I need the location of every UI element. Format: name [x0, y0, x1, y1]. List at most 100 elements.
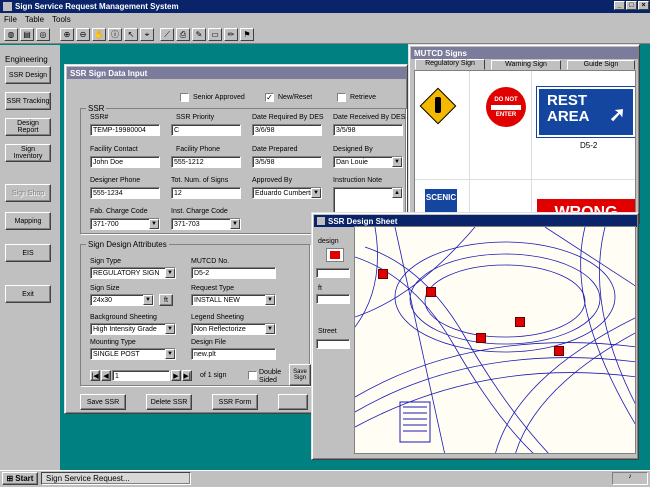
designed-by-select[interactable]: Dan Louie ▼	[333, 156, 403, 168]
identify-icon[interactable]: ⌖	[140, 28, 154, 41]
record-field[interactable]: 1	[112, 370, 170, 381]
sign-marker[interactable]	[515, 317, 525, 327]
dropdown-arrow-icon[interactable]: ▼	[149, 219, 159, 229]
sign-type-select[interactable]: REGULATORY SIGN ▼	[90, 267, 176, 279]
sidebar-item-ssr-design[interactable]: SSR Design	[5, 66, 51, 84]
sidebar-item-sign-inventory[interactable]: Sign Inventory	[5, 144, 51, 162]
double-sided-checkbox[interactable]	[248, 371, 257, 380]
do-not-enter-sign[interactable]: DO NOT ENTER	[486, 87, 526, 127]
facility-phone-field[interactable]: 555-1212	[171, 156, 241, 168]
info-icon[interactable]: ⓘ	[108, 28, 122, 41]
overlapped-button[interactable]	[278, 394, 308, 410]
unit-ft-button[interactable]: ft	[159, 294, 173, 306]
request-type-select[interactable]: INSTALL NEW ▼	[191, 294, 276, 306]
design-swatch[interactable]	[326, 248, 344, 262]
sign-marker[interactable]	[426, 287, 436, 297]
dropdown-arrow-icon[interactable]: ▼	[230, 219, 240, 229]
windows-logo-icon: ⊞	[6, 474, 14, 483]
maximize-icon[interactable]: □	[626, 1, 637, 10]
map-canvas[interactable]	[354, 226, 636, 454]
dropdown-arrow-icon[interactable]: ▼	[392, 157, 402, 167]
next-record-icon[interactable]: ▶	[171, 370, 181, 381]
legend-sheeting-select[interactable]: Non Reflectorize ▼	[191, 323, 276, 335]
date-received-field[interactable]: 3/5/98	[333, 124, 403, 136]
date-required-field[interactable]: 3/6/98	[252, 124, 322, 136]
first-record-icon[interactable]: |◀	[90, 370, 100, 381]
draw-icon[interactable]: ✎	[192, 28, 206, 41]
start-button[interactable]: ⊞ Start	[2, 472, 38, 485]
mounting-type-select[interactable]: SINGLE POST ▼	[90, 348, 176, 360]
pencil-icon[interactable]: ✏	[224, 28, 238, 41]
tab-regulatory-sign[interactable]: Regulatory Sign	[415, 59, 485, 70]
tot-num-field[interactable]: 12	[171, 187, 241, 199]
approved-by-label: Approved By	[252, 177, 293, 184]
mutcd-no-field[interactable]: D5-2	[191, 267, 276, 279]
street-field[interactable]	[316, 339, 350, 349]
legend-sheeting-value: Non Reflectorize	[194, 326, 246, 333]
select-arrow-icon[interactable]: ↖	[124, 28, 138, 41]
delete-ssr-button[interactable]: Delete SSR	[146, 394, 192, 410]
zoom-out-icon[interactable]: ⊖	[76, 28, 90, 41]
fab-charge-value: 371-700	[93, 221, 119, 228]
pan-hand-icon[interactable]: ✋	[92, 28, 106, 41]
tab-warning-sign[interactable]: Warning Sign	[491, 60, 561, 70]
dropdown-arrow-icon[interactable]: ▼	[143, 295, 153, 305]
ssr-form-button[interactable]: SSR Form	[212, 394, 258, 410]
dropdown-arrow-icon[interactable]: ▼	[265, 295, 275, 305]
ft-field[interactable]	[316, 294, 350, 304]
sign-marker[interactable]	[554, 346, 564, 356]
design-file-field[interactable]: new.plt	[191, 348, 276, 360]
speaker-icon[interactable]: ♪	[628, 473, 632, 480]
prev-record-icon[interactable]: ◀	[101, 370, 111, 381]
date-prepared-field[interactable]: 3/5/98	[252, 156, 322, 168]
designer-phone-field[interactable]: 555-1234	[90, 187, 160, 199]
retrieve-checkbox[interactable]	[337, 93, 346, 102]
scroll-up-icon[interactable]: ▲	[392, 188, 402, 198]
sign-marker[interactable]	[476, 333, 486, 343]
sidebar-item-sign-shop[interactable]: Sign Shop	[5, 184, 51, 202]
sign-icon[interactable]: ⚑	[240, 28, 254, 41]
taskbar-task[interactable]: Sign Service Request...	[41, 472, 191, 485]
sign-size-select[interactable]: 24x30 ▼	[90, 294, 154, 306]
ssr-no-field[interactable]: TEMP-19980004	[90, 124, 160, 136]
minimize-icon[interactable]: _	[614, 1, 625, 10]
print-icon[interactable]: ⎙	[176, 28, 190, 41]
facility-contact-field[interactable]: John Doe	[90, 156, 160, 168]
sign-marker[interactable]	[378, 269, 388, 279]
layers-icon[interactable]: ▤	[20, 28, 34, 41]
sidebar-item-ssr-tracking[interactable]: SSR Tracking	[5, 92, 51, 110]
last-record-icon[interactable]: ▶|	[182, 370, 192, 381]
menu-tools[interactable]: Tools	[52, 15, 71, 24]
sidebar-item-exit[interactable]: Exit	[5, 285, 51, 303]
globe-icon[interactable]: ◍	[4, 28, 18, 41]
dropdown-arrow-icon[interactable]: ▼	[165, 324, 175, 334]
fab-charge-select[interactable]: 371-700 ▼	[90, 218, 160, 230]
save-sign-button[interactable]: Save Sign	[289, 364, 311, 386]
dropdown-arrow-icon[interactable]: ▼	[265, 324, 275, 334]
inst-charge-select[interactable]: 371-703 ▼	[171, 218, 241, 230]
sidebar-item-design-report[interactable]: Design Report	[5, 118, 51, 136]
save-ssr-button[interactable]: Save SSR	[80, 394, 126, 410]
tab-guide-sign[interactable]: Guide Sign	[567, 60, 635, 70]
sidebar-item-mapping[interactable]: Mapping	[5, 212, 51, 230]
approved-by-select[interactable]: Eduardo Cumberti ▼	[252, 187, 322, 199]
world-icon[interactable]: ◎	[36, 28, 50, 41]
menu-table[interactable]: Table	[25, 15, 44, 24]
rest-area-sign[interactable]: REST AREA ➚	[536, 86, 635, 138]
bg-sheeting-select[interactable]: High Intensity Grade ▼	[90, 323, 176, 335]
dropdown-arrow-icon[interactable]: ▼	[311, 188, 321, 198]
design-file-label: Design File	[191, 339, 227, 346]
design-field[interactable]	[316, 268, 350, 278]
menu-file[interactable]: File	[4, 15, 17, 24]
eraser-icon[interactable]: ▭	[208, 28, 222, 41]
dropdown-arrow-icon[interactable]: ▼	[165, 349, 175, 359]
new-reset-checkbox[interactable]: ✓	[265, 93, 274, 102]
sidebar-item-eis[interactable]: EIS	[5, 244, 51, 262]
polyline-icon[interactable]: ⟋	[160, 28, 174, 41]
dropdown-arrow-icon[interactable]: ▼	[165, 268, 175, 278]
inst-charge-value: 371-703	[174, 221, 200, 228]
priority-field[interactable]: C	[171, 124, 241, 136]
senior-approved-checkbox[interactable]	[180, 93, 189, 102]
close-icon[interactable]: ×	[638, 1, 649, 10]
zoom-in-icon[interactable]: ⊕	[60, 28, 74, 41]
